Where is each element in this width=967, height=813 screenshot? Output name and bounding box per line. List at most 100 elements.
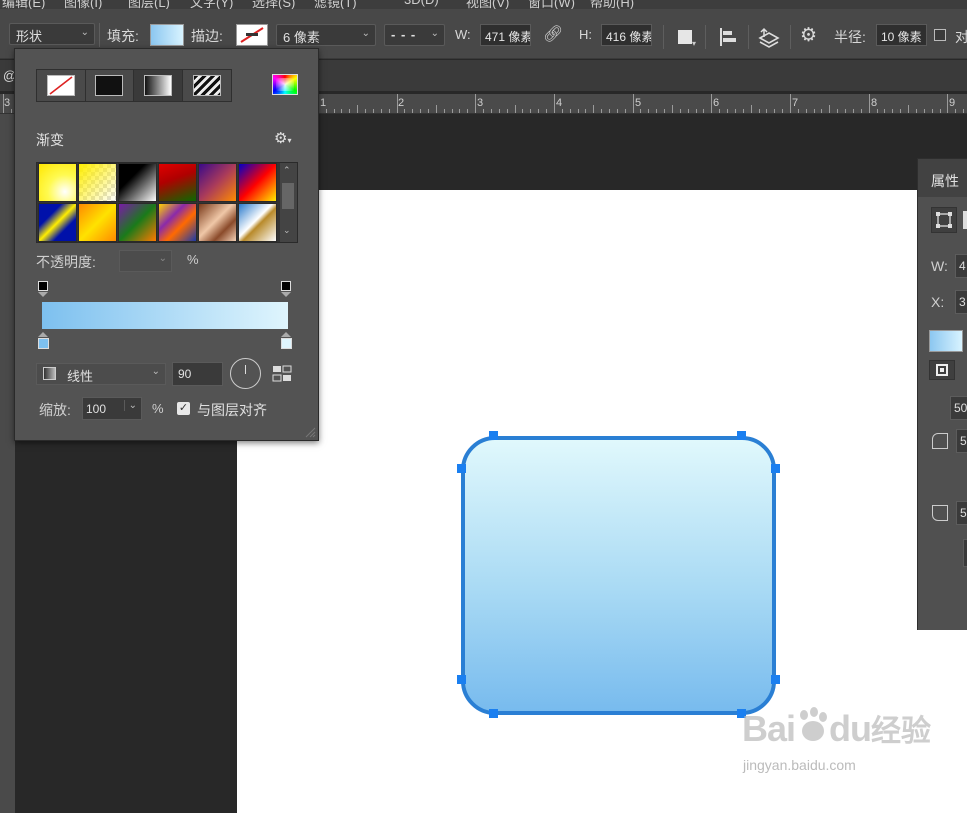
ruler-tick xyxy=(372,109,374,113)
gradient-preset-violet-green-orange[interactable] xyxy=(118,203,157,242)
rounded-rectangle-shape[interactable] xyxy=(461,436,776,715)
align-with-layer-checkbox[interactable]: ✓ xyxy=(177,402,190,415)
angle-field[interactable]: 90 xyxy=(172,362,223,386)
ruler-tick xyxy=(837,109,839,113)
gradient-preset-chrome[interactable] xyxy=(238,203,277,242)
resize-grip-icon[interactable] xyxy=(304,426,316,438)
ruler-tick xyxy=(900,109,902,113)
path-alignment-icon[interactable] xyxy=(718,27,738,47)
opacity-stop-right[interactable] xyxy=(281,281,291,291)
reverse-gradient-icon[interactable] xyxy=(272,364,292,384)
ruler-tick xyxy=(640,109,642,113)
prop-width-label: W: xyxy=(931,258,948,274)
gradient-preset-red-green[interactable] xyxy=(158,163,197,202)
opacity-stop-left[interactable] xyxy=(38,281,48,291)
anchor-handle[interactable] xyxy=(737,431,746,440)
path-arrangement-icon[interactable] xyxy=(757,26,781,48)
radius-field[interactable]: 10 像素 xyxy=(876,24,927,46)
prop-width-field[interactable]: 4 xyxy=(955,254,967,278)
gear-icon[interactable]: ⚙ xyxy=(800,26,817,45)
stroke-align-icon[interactable] xyxy=(929,360,955,380)
gradient-preset-copper[interactable] xyxy=(198,203,237,242)
presets-scrollbar[interactable]: ⌃ ⌄ xyxy=(280,163,297,242)
gradient-preset-yellow-violet-orange-blue[interactable] xyxy=(158,203,197,242)
gradient-preset-yellow-transparent[interactable] xyxy=(78,163,117,202)
gradient-preset-blue-yellow-blue[interactable] xyxy=(38,203,77,242)
scale-field[interactable]: 100 ⌄ xyxy=(82,397,142,420)
prop-fill-swatch[interactable] xyxy=(929,330,963,352)
ruler-tick xyxy=(396,94,398,113)
ruler-tick xyxy=(750,105,752,113)
anchor-handle[interactable] xyxy=(457,464,466,473)
stroke-type-select[interactable]: - - - ⌄ xyxy=(384,24,445,46)
menu-item[interactable]: 图层(L) xyxy=(128,0,170,9)
chevron-up-icon[interactable]: ⌃ xyxy=(283,165,291,176)
menu-item[interactable]: 编辑(E) xyxy=(2,0,45,9)
gradient-preset-yellow-white[interactable] xyxy=(38,163,77,202)
pattern-fill-button[interactable] xyxy=(182,70,231,101)
menu-item[interactable]: 滤镜(T) xyxy=(314,0,357,9)
menu-item[interactable]: 窗口(W) xyxy=(528,0,575,9)
gradient-style-select[interactable]: 线性 ⌄ xyxy=(36,363,166,385)
transform-icon[interactable] xyxy=(931,207,957,233)
anchor-handle[interactable] xyxy=(457,675,466,684)
color-stop-left[interactable] xyxy=(38,338,49,349)
fill-swatch[interactable] xyxy=(150,24,184,46)
prop-corner-field[interactable]: 50 xyxy=(950,396,967,420)
height-field[interactable]: 416 像素 xyxy=(601,24,652,46)
gradient-fill-button[interactable] xyxy=(134,70,183,101)
prop-button[interactable] xyxy=(963,539,967,567)
anchor-handle[interactable] xyxy=(771,464,780,473)
stroke-width-select[interactable]: 6 像素 ⌄ xyxy=(276,24,376,46)
ruler-tick xyxy=(915,109,917,113)
anchor-handle[interactable] xyxy=(489,709,498,718)
align-edges-label: 对 xyxy=(955,29,967,45)
opacity-select[interactable]: ⌄ xyxy=(119,250,172,272)
no-fill-button[interactable] xyxy=(37,70,86,101)
menu-item[interactable]: 选择(S) xyxy=(252,0,295,9)
ruler-tick xyxy=(947,94,949,113)
corner-radius-icon xyxy=(932,433,948,449)
gradient-preset-blue-red-yellow[interactable] xyxy=(238,163,277,202)
prop-x-label: X: xyxy=(931,294,945,310)
angle-dial[interactable] xyxy=(230,358,261,389)
menu-item[interactable]: 文字(Y) xyxy=(190,0,233,9)
ruler-tick xyxy=(734,109,736,113)
stroke-swatch[interactable] xyxy=(236,24,268,46)
path-operations-icon[interactable] xyxy=(678,30,692,44)
gradient-preset-orange-yellow-orange[interactable] xyxy=(78,203,117,242)
link-icon[interactable]: 🔗︎ xyxy=(543,27,563,43)
baidu-watermark: Bai du经验 jingyan.baidu.com xyxy=(742,705,931,773)
gradient-preset-black-white[interactable] xyxy=(118,163,157,202)
shape-tab-icon[interactable] xyxy=(963,211,967,229)
prop-corner-b[interactable]: 5 xyxy=(956,501,967,525)
menu-item[interactable]: 帮助(H) xyxy=(590,0,634,9)
gear-icon[interactable]: ⚙▾ xyxy=(274,129,291,147)
prop-corner-a[interactable]: 5 xyxy=(956,429,967,453)
ruler-tick xyxy=(451,109,453,113)
ruler-tick xyxy=(719,109,721,113)
corner-radius-icon xyxy=(932,505,948,521)
color-stop-right[interactable] xyxy=(281,338,292,349)
menu-item[interactable]: 3D(D) xyxy=(404,0,439,7)
menu-item[interactable]: 视图(V) xyxy=(466,0,509,9)
anchor-handle[interactable] xyxy=(489,431,498,440)
ruler-tick xyxy=(616,109,618,113)
menu-bar: 编辑(E) 图像(I) 图层(L) 文字(Y) 选择(S) 滤镜(T) 3D(D… xyxy=(0,0,967,9)
solid-fill-button[interactable] xyxy=(85,70,134,101)
align-with-layer-label: 与图层对齐 xyxy=(197,402,267,418)
prop-x-field[interactable]: 3 xyxy=(955,290,967,314)
align-edges-checkbox[interactable] xyxy=(934,29,946,41)
menu-item[interactable]: 图像(I) xyxy=(64,0,102,9)
color-picker-icon[interactable] xyxy=(272,74,298,95)
width-field[interactable]: 471 像素 xyxy=(480,24,531,46)
ruler-tick xyxy=(939,109,941,113)
tool-mode-select[interactable]: 形状 ⌄ xyxy=(9,23,95,45)
anchor-handle[interactable] xyxy=(771,675,780,684)
chevron-down-icon[interactable]: ⌄ xyxy=(283,225,291,236)
gradient-preset-violet-orange[interactable] xyxy=(198,163,237,202)
properties-panel: 属性 W: 4 X: 3 50 5 5 xyxy=(917,158,967,630)
gradient-preview-bar[interactable] xyxy=(42,302,288,329)
tool-mode-value: 形状 xyxy=(16,29,43,44)
scrollbar-thumb[interactable] xyxy=(282,183,294,209)
